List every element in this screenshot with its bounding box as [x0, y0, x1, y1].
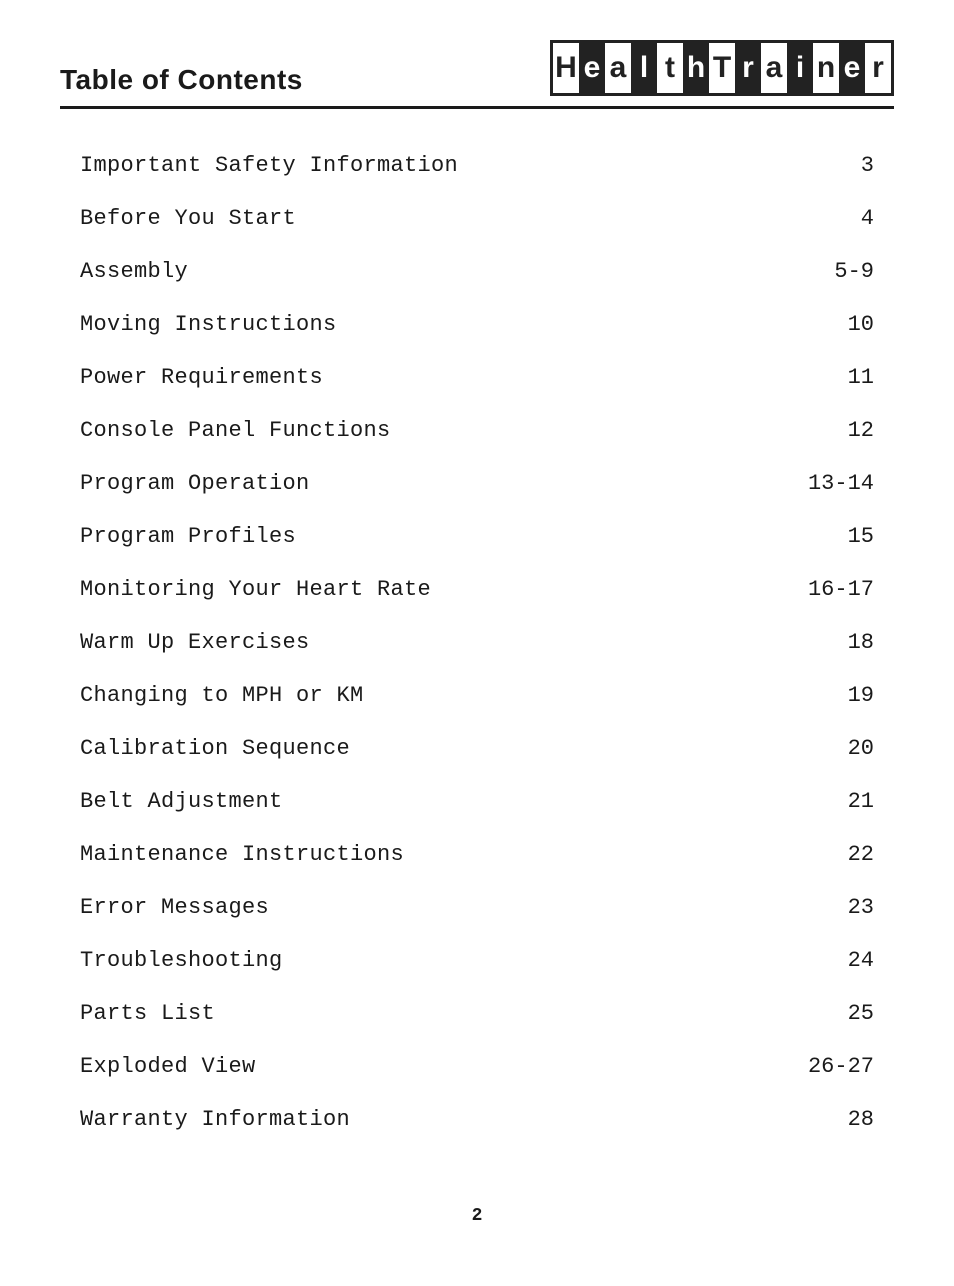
toc-item-page: 16-17	[794, 577, 874, 602]
logo-char-t: t	[657, 43, 683, 93]
toc-item-page: 4	[794, 206, 874, 231]
toc-item-label: Warranty Information	[80, 1107, 350, 1132]
toc-item-label: Assembly	[80, 259, 188, 284]
toc-item-label: Program Operation	[80, 471, 310, 496]
toc-row: Warm Up Exercises 18	[60, 616, 894, 669]
toc-row: Changing to MPH or KM 19	[60, 669, 894, 722]
toc-item-page: 21	[794, 789, 874, 814]
toc-row: Before You Start 4	[60, 192, 894, 245]
table-of-contents: Important Safety Information 3 Before You …	[60, 139, 894, 1146]
logo-char-n: n	[813, 43, 839, 93]
toc-item-label: Troubleshooting	[80, 948, 283, 973]
toc-item-label: Program Profiles	[80, 524, 296, 549]
toc-item-label: Power Requirements	[80, 365, 323, 390]
toc-item-label: Moving Instructions	[80, 312, 337, 337]
toc-row: Maintenance Instructions 22	[60, 828, 894, 881]
page-title: Table of Contents	[60, 64, 303, 96]
toc-row: Error Messages 23	[60, 881, 894, 934]
toc-item-label: Monitoring Your Heart Rate	[80, 577, 431, 602]
toc-item-label: Error Messages	[80, 895, 269, 920]
logo-char-H: H	[553, 43, 579, 93]
logo-char-a: a	[605, 43, 631, 93]
toc-row: Calibration Sequence 20	[60, 722, 894, 775]
toc-row: Parts List 25	[60, 987, 894, 1040]
toc-item-label: Important Safety Information	[80, 153, 458, 178]
toc-row: Belt Adjustment 21	[60, 775, 894, 828]
logo-char-T: T	[709, 43, 735, 93]
toc-row: Moving Instructions 10	[60, 298, 894, 351]
toc-item-page: 11	[794, 365, 874, 390]
toc-row: Monitoring Your Heart Rate 16-17	[60, 563, 894, 616]
toc-row: Program Operation 13-14	[60, 457, 894, 510]
toc-row: Important Safety Information 3	[60, 139, 894, 192]
logo-inner: H e a l t h T r a i n e r	[553, 43, 891, 93]
page-header: Table of Contents H e a l t h T r a i n …	[60, 40, 894, 109]
toc-item-page: 26-27	[794, 1054, 874, 1079]
toc-item-label: Warm Up Exercises	[80, 630, 310, 655]
page: Table of Contents H e a l t h T r a i n …	[0, 0, 954, 1286]
logo-char-r2: r	[865, 43, 891, 93]
toc-row: Program Profiles 15	[60, 510, 894, 563]
toc-item-page: 25	[794, 1001, 874, 1026]
toc-row: Console Panel Functions 12	[60, 404, 894, 457]
logo-char-h: h	[683, 43, 709, 93]
toc-row: Power Requirements 11	[60, 351, 894, 404]
toc-item-page: 19	[794, 683, 874, 708]
toc-item-label: Before You Start	[80, 206, 296, 231]
toc-item-label: Belt Adjustment	[80, 789, 283, 814]
logo-char-e: e	[579, 43, 605, 93]
brand-logo: H e a l t h T r a i n e r	[550, 40, 894, 96]
toc-item-label: Console Panel Functions	[80, 418, 391, 443]
toc-item-label: Changing to MPH or KM	[80, 683, 364, 708]
toc-row: Warranty Information 28	[60, 1093, 894, 1146]
toc-item-page: 3	[794, 153, 874, 178]
toc-item-page: 22	[794, 842, 874, 867]
toc-item-page: 12	[794, 418, 874, 443]
toc-item-page: 13-14	[794, 471, 874, 496]
toc-item-label: Exploded View	[80, 1054, 256, 1079]
logo-char-r1: r	[735, 43, 761, 93]
toc-row: Assembly 5-9	[60, 245, 894, 298]
toc-item-label: Maintenance Instructions	[80, 842, 404, 867]
page-number: 2	[60, 1206, 894, 1226]
toc-row: Troubleshooting 24	[60, 934, 894, 987]
logo-char-l: l	[631, 43, 657, 93]
toc-item-label: Calibration Sequence	[80, 736, 350, 761]
toc-item-page: 10	[794, 312, 874, 337]
toc-item-page: 28	[794, 1107, 874, 1132]
toc-item-label: Parts List	[80, 1001, 215, 1026]
toc-item-page: 20	[794, 736, 874, 761]
toc-item-page: 18	[794, 630, 874, 655]
logo-char-e2: e	[839, 43, 865, 93]
toc-item-page: 23	[794, 895, 874, 920]
logo-char-a2: a	[761, 43, 787, 93]
toc-item-page: 15	[794, 524, 874, 549]
toc-item-page: 24	[794, 948, 874, 973]
logo-char-i: i	[787, 43, 813, 93]
toc-row: Exploded View 26-27	[60, 1040, 894, 1093]
toc-item-page: 5-9	[794, 259, 874, 284]
